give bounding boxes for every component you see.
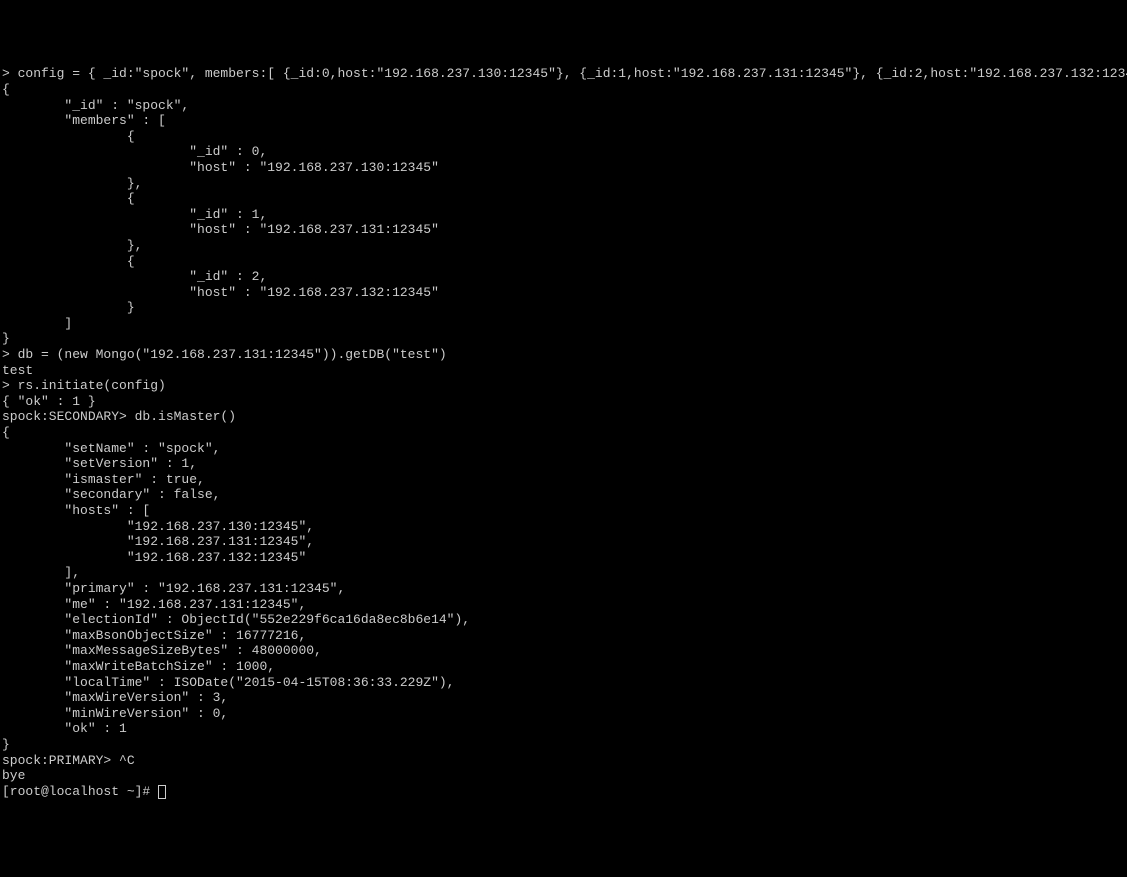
terminal-line: "_id" : 1, — [2, 207, 1125, 223]
terminal-line: { "ok" : 1 } — [2, 394, 1125, 410]
terminal-line: }, — [2, 176, 1125, 192]
terminal-line: { — [2, 82, 1125, 98]
terminal-line: "maxWireVersion" : 3, — [2, 690, 1125, 706]
terminal-line: spock:SECONDARY> db.isMaster() — [2, 409, 1125, 425]
terminal-line: "ok" : 1 — [2, 721, 1125, 737]
terminal-line: { — [2, 129, 1125, 145]
terminal-prompt-line[interactable]: [root@localhost ~]# — [2, 784, 1125, 800]
terminal-line: "192.168.237.130:12345", — [2, 519, 1125, 535]
terminal-line: "_id" : 0, — [2, 144, 1125, 160]
terminal-line: > rs.initiate(config) — [2, 378, 1125, 394]
terminal-line: > config = { _id:"spock", members:[ {_id… — [2, 66, 1125, 82]
terminal-line: "maxBsonObjectSize" : 16777216, — [2, 628, 1125, 644]
terminal-line: { — [2, 191, 1125, 207]
terminal-line: "minWireVersion" : 0, — [2, 706, 1125, 722]
terminal-line: { — [2, 254, 1125, 270]
terminal-line: "electionId" : ObjectId("552e229f6ca16da… — [2, 612, 1125, 628]
terminal-line: "_id" : "spock", — [2, 98, 1125, 114]
terminal-line: }, — [2, 238, 1125, 254]
terminal-line: "setName" : "spock", — [2, 441, 1125, 457]
terminal-line: "host" : "192.168.237.132:12345" — [2, 285, 1125, 301]
terminal[interactable]: > config = { _id:"spock", members:[ {_id… — [2, 66, 1125, 799]
terminal-line: spock:PRIMARY> ^C — [2, 753, 1125, 769]
terminal-line: test — [2, 363, 1125, 379]
terminal-line: "hosts" : [ — [2, 503, 1125, 519]
terminal-line: { — [2, 425, 1125, 441]
terminal-line: "maxMessageSizeBytes" : 48000000, — [2, 643, 1125, 659]
terminal-line: "maxWriteBatchSize" : 1000, — [2, 659, 1125, 675]
terminal-line: "primary" : "192.168.237.131:12345", — [2, 581, 1125, 597]
terminal-line: "me" : "192.168.237.131:12345", — [2, 597, 1125, 613]
terminal-line: "host" : "192.168.237.131:12345" — [2, 222, 1125, 238]
terminal-line: "ismaster" : true, — [2, 472, 1125, 488]
terminal-line: } — [2, 331, 1125, 347]
cursor — [158, 785, 166, 799]
terminal-line: bye — [2, 768, 1125, 784]
terminal-line: > db = (new Mongo("192.168.237.131:12345… — [2, 347, 1125, 363]
terminal-line: "secondary" : false, — [2, 487, 1125, 503]
terminal-line: "192.168.237.131:12345", — [2, 534, 1125, 550]
terminal-line: ] — [2, 316, 1125, 332]
terminal-line: "members" : [ — [2, 113, 1125, 129]
terminal-line: "_id" : 2, — [2, 269, 1125, 285]
terminal-line: "host" : "192.168.237.130:12345" — [2, 160, 1125, 176]
terminal-line: } — [2, 300, 1125, 316]
terminal-line: "localTime" : ISODate("2015-04-15T08:36:… — [2, 675, 1125, 691]
shell-prompt: [root@localhost ~]# — [2, 784, 158, 799]
terminal-line: "setVersion" : 1, — [2, 456, 1125, 472]
terminal-line: "192.168.237.132:12345" — [2, 550, 1125, 566]
terminal-line: ], — [2, 565, 1125, 581]
terminal-line: } — [2, 737, 1125, 753]
